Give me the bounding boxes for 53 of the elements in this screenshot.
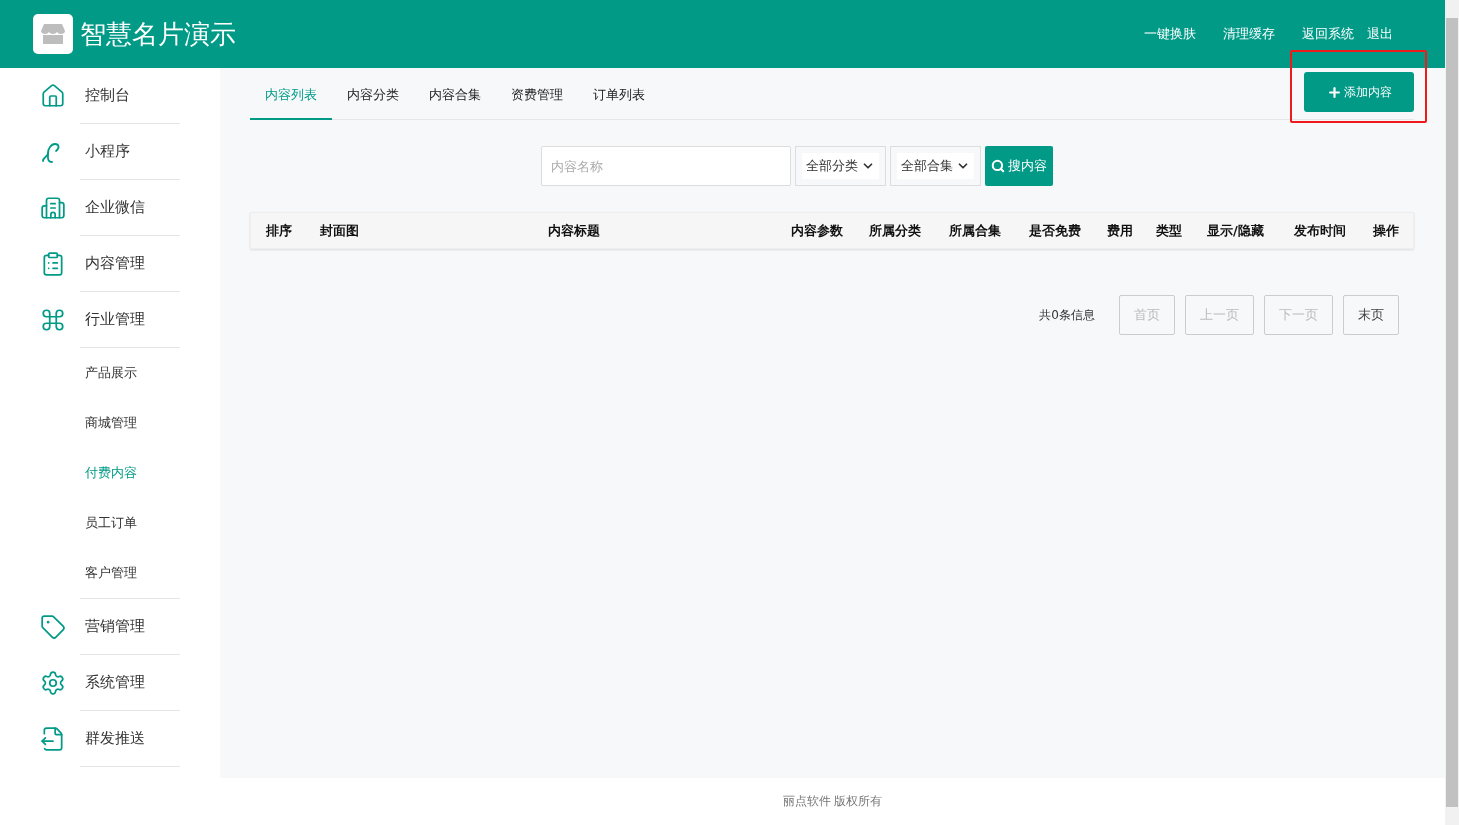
- search-icon: [991, 159, 1005, 173]
- sidebar-subitem[interactable]: 客户管理: [80, 548, 180, 598]
- sidebar-item[interactable]: 小程序: [80, 124, 180, 180]
- sidebar-subitem[interactable]: 商城管理: [80, 398, 180, 448]
- document-icon: [40, 726, 66, 752]
- header-link[interactable]: 清理缓存: [1223, 25, 1275, 43]
- column-header: 封面图: [320, 221, 360, 240]
- column-header: 是否免费: [1029, 221, 1082, 240]
- sidebar-item[interactable]: 企业微信: [80, 180, 180, 236]
- column-header: 内容标题: [548, 221, 601, 240]
- tag-icon: [40, 614, 66, 640]
- page-button[interactable]: 末页: [1343, 295, 1399, 335]
- sidebar-item[interactable]: 内容管理: [80, 236, 180, 292]
- copyright-text: 丽点软件 版权所有: [782, 793, 883, 810]
- search-field[interactable]: 内容名称: [541, 146, 791, 186]
- column-header: 费用: [1107, 221, 1134, 240]
- add-content-button[interactable]: 添加内容: [1304, 72, 1414, 112]
- sidebar-item[interactable]: 群发推送: [80, 711, 180, 767]
- building-icon: [40, 195, 66, 221]
- tab[interactable]: 订单列表: [578, 72, 660, 120]
- total-count: 共0条信息: [1039, 306, 1095, 324]
- column-header: 类型: [1156, 221, 1183, 240]
- sidebar-item[interactable]: 行业管理: [80, 292, 180, 348]
- column-header: 发布时间: [1294, 221, 1347, 240]
- settings-icon: [40, 670, 66, 696]
- column-header: 所属分类: [869, 221, 922, 240]
- sidebar-subitem[interactable]: 付费内容: [80, 448, 180, 498]
- category-select[interactable]: 全部分类: [795, 146, 886, 186]
- sidebar-subitem[interactable]: 产品展示: [80, 348, 180, 398]
- collection-select[interactable]: 全部合集: [890, 146, 981, 186]
- app-title: 智慧名片演示: [80, 17, 237, 51]
- header-link[interactable]: 退出: [1367, 25, 1393, 43]
- tab[interactable]: 资费管理: [496, 72, 578, 120]
- scrollbar[interactable]: [1445, 0, 1459, 825]
- home-icon: [40, 83, 66, 109]
- plus-icon: [1326, 84, 1342, 100]
- header-link[interactable]: 返回系统: [1302, 25, 1354, 43]
- logo-icon: [33, 14, 73, 54]
- column-header: 内容参数: [791, 221, 844, 240]
- column-header: 操作: [1373, 221, 1400, 240]
- search-button[interactable]: 搜内容: [985, 146, 1053, 186]
- tab[interactable]: 内容分类: [332, 72, 414, 120]
- header-link[interactable]: 一键换肤: [1144, 25, 1196, 43]
- sidebar-item[interactable]: 控制台: [80, 68, 180, 124]
- loops-icon: [40, 307, 66, 333]
- column-header: 排序: [266, 221, 293, 240]
- sidebar-item[interactable]: 系统管理: [80, 655, 180, 711]
- clipboard-icon: [40, 251, 66, 277]
- sidebar-item[interactable]: 营销管理: [80, 599, 180, 655]
- column-header: 显示/隐藏: [1207, 221, 1265, 240]
- column-header: 所属合集: [949, 221, 1002, 240]
- tab[interactable]: 内容合集: [414, 72, 496, 120]
- sidebar-subitem[interactable]: 员工订单: [80, 498, 180, 548]
